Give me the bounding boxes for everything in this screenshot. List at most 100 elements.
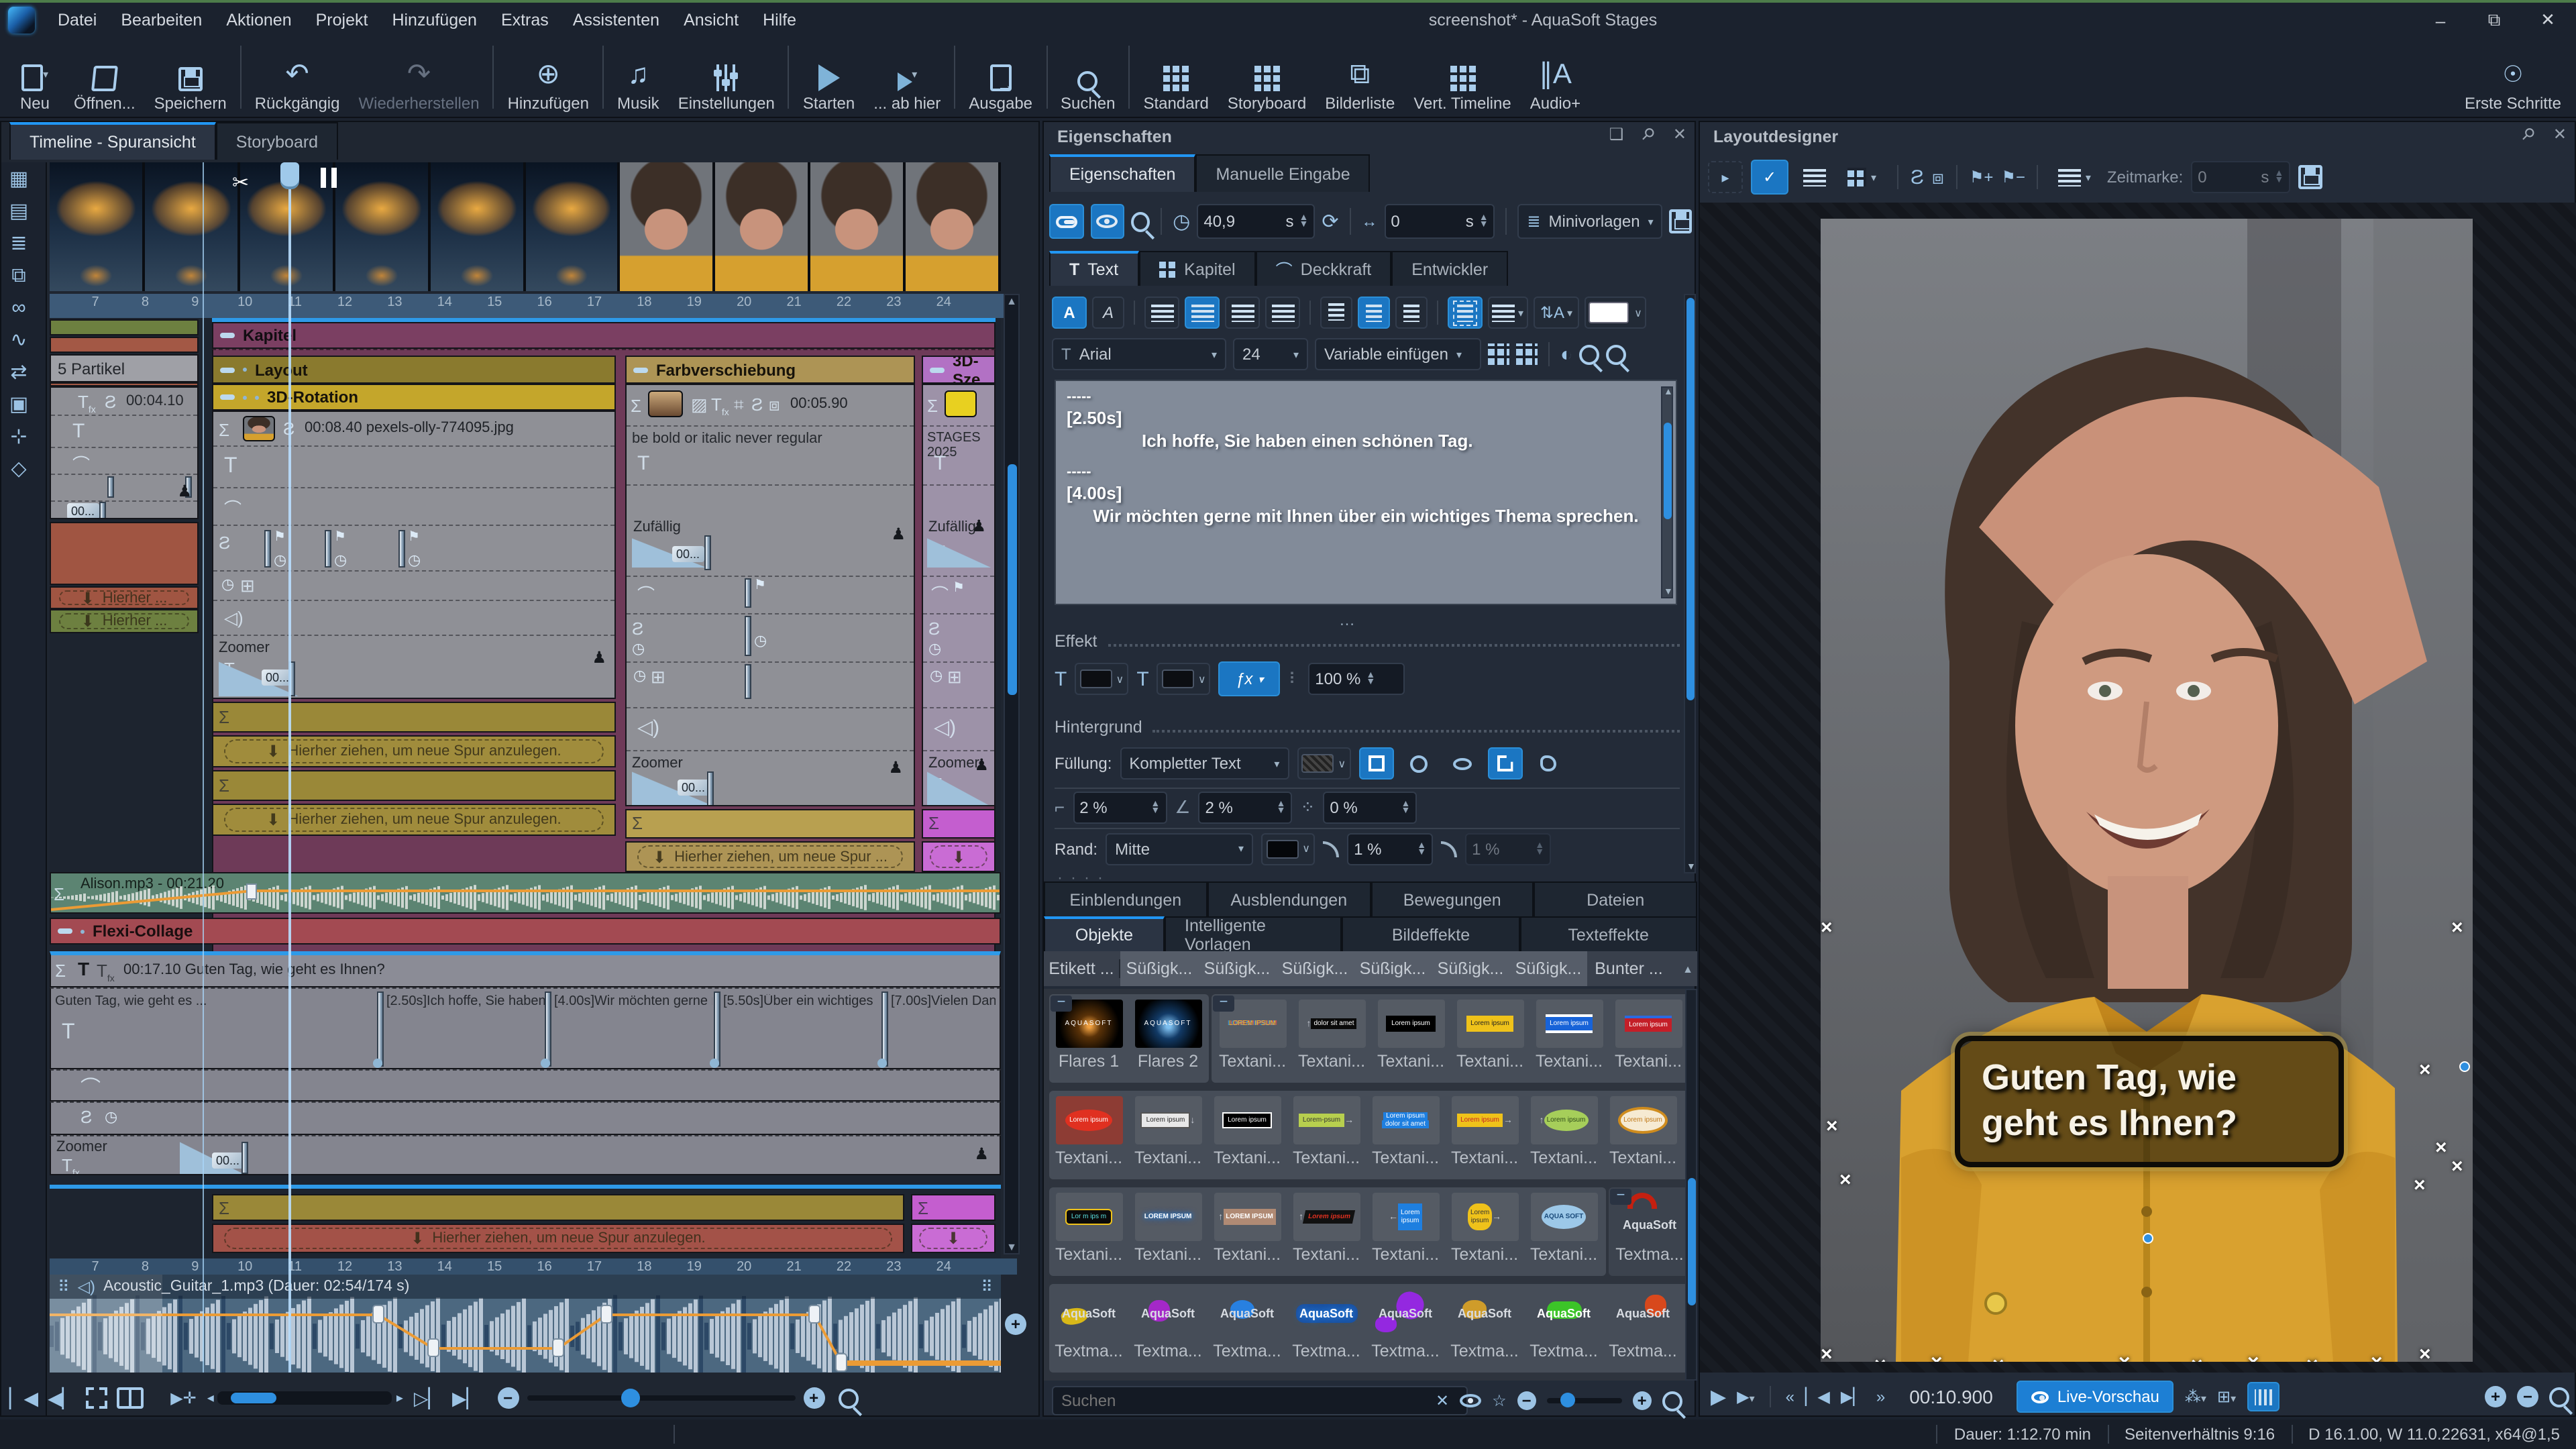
italic-button[interactable]: A: [1092, 297, 1124, 329]
align-right-button[interactable]: [1225, 297, 1260, 329]
playlist-icon[interactable]: ⊞▾: [2217, 1387, 2236, 1406]
selection-handle-x[interactable]: ×: [2371, 1351, 2383, 1362]
menu-hinzufuegen[interactable]: Hinzufügen: [380, 1, 489, 39]
object-item[interactable]: Lorem ipsum Textani...: [1450, 1000, 1529, 1071]
object-item[interactable]: ←Lorem ipsum Textani...: [1366, 1193, 1445, 1264]
selected-text-object[interactable]: Σ T Tfx 00:17.10 Guten Tag, wie geht es …: [50, 951, 1001, 987]
restore-button[interactable]: ⧉: [2469, 3, 2520, 38]
preview-eye-icon[interactable]: [1460, 1394, 1481, 1407]
tab-deckkraft[interactable]: ⌒Deckkraft: [1256, 251, 1392, 286]
preview-zoom-out[interactable]: −: [2517, 1386, 2538, 1407]
object-item[interactable]: AquaSoftTextma...: [1128, 1289, 1208, 1360]
tab-eigenschaften[interactable]: Eigenschaften: [1049, 154, 1195, 192]
thumb-zoom-fit-icon[interactable]: [1662, 1391, 1682, 1411]
rueckgaengig-button[interactable]: ↶Rückgängig: [246, 38, 350, 117]
timeline-tool-curve-icon[interactable]: ∿: [1, 323, 36, 356]
layers-button[interactable]: [1796, 161, 1831, 193]
group-suessigkeiten[interactable]: Süßigk...: [1509, 959, 1587, 978]
selection-handle-x[interactable]: ×: [2247, 1351, 2259, 1362]
object-item[interactable]: AquaSoftTextma...: [1208, 1289, 1287, 1360]
layout-grid-icon[interactable]: [1488, 343, 1509, 365]
audio-plus-button[interactable]: ∥AAudio+: [1521, 38, 1590, 117]
object-item[interactable]: Lorem ipsum Textani...: [1529, 1000, 1609, 1071]
shape-rect-button[interactable]: [1358, 747, 1393, 780]
group-suessigkeiten[interactable]: Süßigk...: [1120, 959, 1198, 978]
selection-handle-x[interactable]: ×: [1821, 916, 1833, 939]
ausgabe-button[interactable]: Ausgabe: [959, 38, 1042, 117]
playhead-line[interactable]: [288, 189, 291, 1373]
drop-zone-new-track[interactable]: ⬇: [930, 845, 987, 868]
save-layout-icon[interactable]: [2298, 165, 2322, 189]
tab-objekte[interactable]: Objekte: [1044, 916, 1165, 951]
standard-view-button[interactable]: Standard: [1134, 38, 1218, 117]
minivorlagen-dropdown[interactable]: ≣Minivorlagen▾: [1517, 204, 1662, 239]
timeline-tool-transform-icon[interactable]: ⊹: [1, 420, 36, 452]
zoom-in-text-icon[interactable]: [1579, 344, 1599, 364]
smooth-path-button[interactable]: ✓: [1751, 160, 1788, 195]
object-item[interactable]: AQUA SOFT Textani...: [1524, 1193, 1603, 1264]
tab-storyboard[interactable]: Storyboard: [216, 122, 338, 160]
forward-icon[interactable]: »: [1876, 1387, 1885, 1406]
collapse-group-button[interactable]: −: [1051, 996, 1072, 1012]
selection-handle-x[interactable]: ×: [1874, 1354, 1886, 1362]
timeline-tool-tracks-icon[interactable]: ▤: [1, 195, 36, 227]
timeline-tool-list-icon[interactable]: ≣: [1, 227, 36, 259]
text-overlay[interactable]: Guten Tag, wie geht es Ihnen?: [1955, 1036, 2344, 1167]
favorites-star-icon[interactable]: ☆: [1492, 1391, 1507, 1410]
play-pointer-icon[interactable]: ▶✛: [170, 1389, 197, 1407]
thumb-size-slider[interactable]: [1547, 1398, 1622, 1403]
object-item[interactable]: AquaSoftTextma...: [1603, 1289, 1682, 1360]
object-item[interactable]: Lorem ipsum↓ Textani...: [1128, 1096, 1208, 1167]
zoom-fit-icon[interactable]: [838, 1388, 858, 1408]
object-item[interactable]: AQUASOFT Flares 2: [1128, 1000, 1208, 1071]
playhead-grip[interactable]: [280, 162, 299, 189]
group-suessigkeiten[interactable]: Süßigk...: [1432, 959, 1509, 978]
tab-text[interactable]: TText: [1049, 251, 1138, 286]
fill-pattern-picker[interactable]: ∨: [1297, 747, 1350, 780]
menu-ansicht[interactable]: Ansicht: [672, 1, 751, 39]
image-object-track[interactable]: Σ Ƨ 00:08.40 pexels-olly-774095.jpg T ⌒ …: [212, 411, 616, 699]
font-size-dropdown[interactable]: 24▾: [1233, 338, 1308, 370]
bilderliste-button[interactable]: ⧉Bilderliste: [1316, 38, 1404, 117]
selection-handle-x[interactable]: ×: [2414, 1174, 2426, 1197]
text-keyframes-row[interactable]: Guten Tag, wie geht es ... [2.50s]Ich ho…: [50, 987, 1001, 1069]
selection-handle-x[interactable]: ×: [1839, 1169, 1851, 1191]
tab-bildeffekte[interactable]: Bildeffekte: [1342, 916, 1520, 951]
collapse-group-button[interactable]: −: [1213, 996, 1234, 1012]
valign-bottom-button[interactable]: [1395, 297, 1428, 329]
blur-spinner[interactable]: 0 %▲▼: [1323, 791, 1417, 823]
timeline-tool-storyboard-icon[interactable]: ▦: [1, 162, 36, 195]
filmstrip-preview[interactable]: [50, 162, 1001, 291]
oeffnen-button[interactable]: Öffnen...: [64, 38, 145, 117]
border-radius-spinner[interactable]: 1 %▲▼: [1465, 833, 1551, 865]
selection-handle-x[interactable]: ×: [2451, 916, 2463, 939]
object-item[interactable]: LOREM IPSUM Textani...: [1128, 1193, 1208, 1264]
fit-view-icon[interactable]: [86, 1387, 107, 1409]
selection-handle-x[interactable]: ×: [2118, 1351, 2131, 1362]
pin-panel-icon[interactable]: ⚲: [1638, 123, 1659, 145]
selection-handle-x[interactable]: ×: [1826, 1115, 1838, 1138]
object-item[interactable]: AquaSoftTextma...: [1366, 1289, 1445, 1360]
align-center-button[interactable]: [1185, 297, 1220, 329]
tab-manuelle-eingabe[interactable]: Manuelle Eingabe: [1195, 154, 1370, 192]
close-panel-icon[interactable]: ✕: [1673, 125, 1686, 144]
thumb-zoom-out-button[interactable]: −: [1517, 1391, 1536, 1410]
speichern-button[interactable]: Speichern: [145, 38, 236, 117]
wiederherstellen-button[interactable]: ↷Wiederherstellen: [349, 38, 488, 117]
levels-button[interactable]: [2247, 1382, 2279, 1411]
inspect-icon[interactable]: [1131, 211, 1150, 231]
tab-bewegungen[interactable]: Bewegungen: [1371, 881, 1534, 916]
close-button[interactable]: ✕: [2522, 3, 2573, 38]
splitter-handle[interactable]: …: [1339, 610, 1355, 629]
tab-entwickler[interactable]: Entwickler: [1391, 251, 1508, 286]
search-input[interactable]: [1052, 1386, 1468, 1415]
shape-freeform-button[interactable]: [1530, 747, 1565, 780]
ab-hier-button[interactable]: ▾... ab hier: [864, 38, 950, 117]
group-bunter[interactable]: Bunter ...: [1587, 959, 1670, 978]
save-template-icon[interactable]: [1670, 209, 1692, 233]
shape-path-button[interactable]: [1487, 747, 1522, 780]
farbverschiebung-track-header[interactable]: Farbverschiebung: [625, 356, 915, 384]
next-frame-icon[interactable]: ▷▏: [414, 1387, 443, 1409]
menu-datei[interactable]: Datei: [46, 1, 109, 39]
selection-handle-x[interactable]: ×: [2191, 1354, 2203, 1362]
